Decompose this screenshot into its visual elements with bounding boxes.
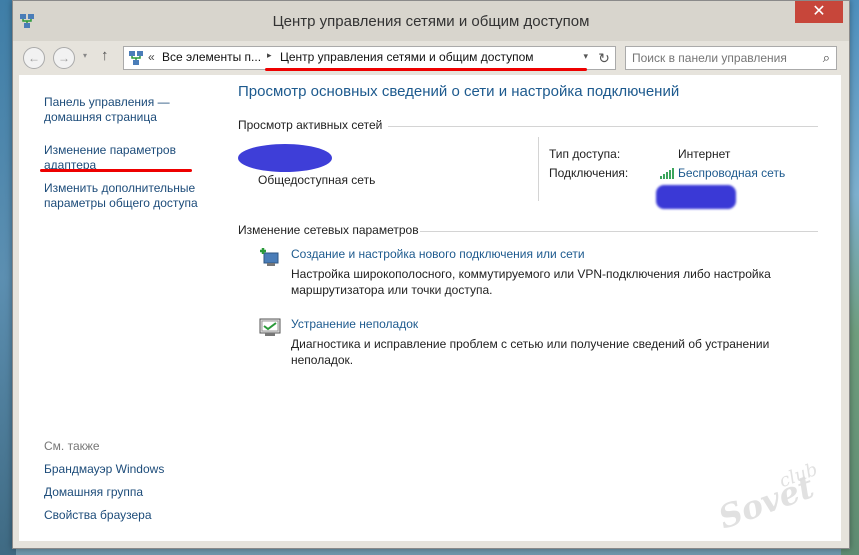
change-settings-heading: Изменение сетевых параметров	[238, 223, 419, 237]
breadcrumb-separator-icon[interactable]: ▸	[267, 50, 272, 61]
access-type-label: Тип доступа:	[549, 147, 621, 161]
forward-button[interactable]: →	[53, 47, 75, 69]
sidebar-link-change-sharing[interactable]: Изменить дополнительные параметры общего…	[44, 181, 219, 211]
breadcrumb-current[interactable]: Центр управления сетями и общим доступом	[280, 50, 534, 64]
see-also-heading: См. также	[44, 439, 100, 453]
refresh-button[interactable]: ↻	[593, 46, 616, 70]
page-title: Просмотр основных сведений о сети и наст…	[238, 83, 680, 100]
window-title: Центр управления сетями и общим доступом	[272, 13, 590, 30]
red-annotation-underline	[40, 169, 192, 172]
recent-locations-dropdown[interactable]: ▾	[83, 51, 87, 60]
troubleshoot-icon	[259, 318, 281, 336]
search-icon[interactable]: ⌕	[823, 50, 830, 66]
back-button[interactable]: ←	[23, 47, 45, 69]
connections-label: Подключения:	[549, 166, 629, 180]
section-divider	[420, 231, 818, 232]
watermark-logo: club Sovet	[713, 459, 837, 537]
wifi-signal-icon	[660, 168, 674, 179]
sidebar: Панель управления — домашняя страница Из…	[19, 75, 224, 541]
search-input[interactable]	[626, 47, 812, 69]
network-type-label: Общедоступная сеть	[258, 173, 376, 187]
network-center-icon	[129, 51, 143, 65]
troubleshoot-description: Диагностика и исправление проблем с сеть…	[291, 337, 770, 367]
wireless-connection-link[interactable]: Беспроводная сеть	[678, 166, 785, 180]
address-dropdown-icon[interactable]: ▾	[583, 51, 588, 62]
sidebar-link-control-panel-home[interactable]: Панель управления — домашняя страница	[44, 95, 219, 125]
navigation-bar: ← → ▾ ↑ « Все элементы п... ▸ Центр упра…	[19, 43, 843, 73]
up-button[interactable]: ↑	[101, 47, 109, 64]
section-divider	[388, 126, 818, 127]
redacted-network-details	[656, 185, 736, 209]
sidebar-link-firewall[interactable]: Брандмауэр Windows	[44, 462, 219, 477]
sidebar-link-browser-properties[interactable]: Свойства браузера	[44, 508, 219, 523]
new-connection-link[interactable]: Создание и настройка нового подключения …	[291, 247, 585, 261]
red-annotation-underline	[265, 68, 587, 71]
active-networks-heading: Просмотр активных сетей	[238, 118, 383, 132]
search-box[interactable]: ⌕	[625, 46, 837, 70]
address-bar[interactable]: « Все элементы п... ▸ Центр управления с…	[123, 46, 595, 70]
redacted-network-name	[238, 144, 332, 172]
address-overflow-chevron[interactable]: «	[148, 50, 155, 64]
new-connection-icon	[260, 248, 279, 266]
breadcrumb-all-items[interactable]: Все элементы п...	[162, 50, 261, 64]
access-type-value: Интернет	[678, 147, 731, 161]
watermark-sovet-text: Sovet	[713, 467, 819, 537]
title-bar[interactable]: Центр управления сетями и общим доступом…	[13, 1, 849, 41]
close-button[interactable]: ✕	[795, 1, 843, 23]
troubleshoot-link[interactable]: Устранение неполадок	[291, 317, 418, 331]
sidebar-link-homegroup[interactable]: Домашняя группа	[44, 485, 219, 500]
new-connection-description: Настройка широкополосного, коммутируемог…	[291, 267, 771, 297]
vertical-divider	[538, 137, 539, 201]
